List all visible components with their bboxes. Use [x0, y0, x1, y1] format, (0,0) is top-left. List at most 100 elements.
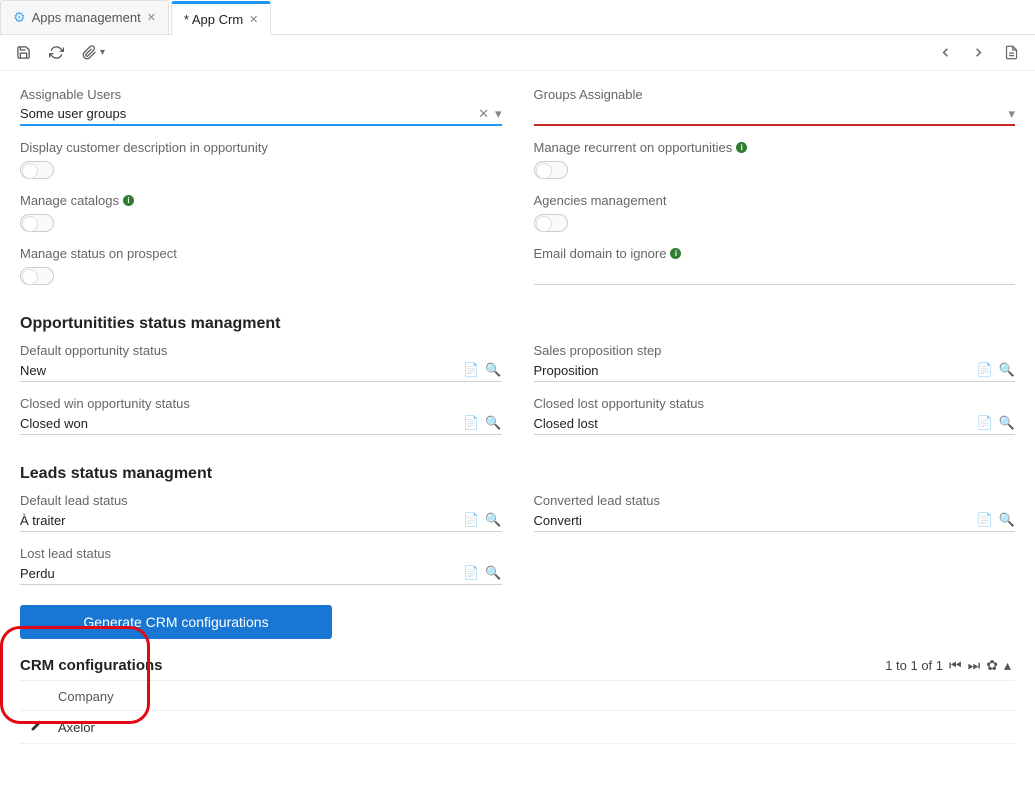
- search-icon[interactable]: 🔍: [999, 415, 1015, 431]
- search-icon[interactable]: 🔍: [485, 415, 501, 431]
- search-icon[interactable]: 🔍: [485, 512, 501, 528]
- table-row[interactable]: Axelor: [20, 711, 1015, 744]
- email-domain-ignore-input-wrapper[interactable]: [534, 263, 1016, 285]
- chevron-down-icon[interactable]: ▾: [495, 106, 502, 122]
- manage-catalogs-field: Manage catalogs i: [20, 193, 502, 232]
- edit-icon[interactable]: [30, 719, 46, 735]
- email-domain-ignore-input[interactable]: [534, 266, 1016, 281]
- lost-lead-status-input[interactable]: Perdu 📄 🔍: [20, 563, 502, 585]
- page-icon[interactable]: 📄: [977, 415, 993, 431]
- display-customer-desc-field: Display customer description in opportun…: [20, 140, 502, 179]
- field-label: Assignable Users: [20, 87, 502, 102]
- assignable-users-input-wrapper[interactable]: ✕ ▾: [20, 104, 502, 126]
- tab-label: Apps management: [32, 10, 141, 25]
- input-value: Perdu: [20, 566, 463, 581]
- default-opp-status-input[interactable]: New 📄🔍: [20, 360, 502, 382]
- gear-icon[interactable]: ✿: [986, 657, 998, 674]
- tab-label: * App Crm: [184, 12, 243, 27]
- page-icon[interactable]: 📄: [463, 415, 479, 431]
- page-icon[interactable]: 📄: [463, 512, 479, 528]
- attach-button[interactable]: ▾: [82, 45, 105, 60]
- tab-apps-management[interactable]: ⚙ Apps management ✕: [0, 0, 169, 34]
- field-label: Groups Assignable: [534, 87, 1016, 102]
- chevron-down-icon: ▾: [100, 47, 105, 58]
- field-label: Manage catalogs i: [20, 193, 502, 208]
- cell-company: Axelor: [58, 720, 95, 735]
- field-label: Manage recurrent on opportunities i: [534, 140, 1016, 155]
- search-icon[interactable]: 🔍: [485, 565, 501, 581]
- field-label: Email domain to ignore i: [534, 246, 1016, 261]
- groups-assignable-field: Groups Assignable ▾: [534, 87, 1016, 126]
- closed-win-status-input[interactable]: Closed won 📄🔍: [20, 413, 502, 435]
- assignable-users-field: Assignable Users ✕ ▾: [20, 87, 502, 126]
- subgrid-header: CRM configurations 1 to 1 of 1 ⏮ ⏭ ✿ ▴: [20, 657, 1015, 674]
- closed-lost-status-input[interactable]: Closed lost 📄🔍: [534, 413, 1016, 435]
- assignable-users-input[interactable]: [20, 106, 478, 121]
- grid-column-header[interactable]: Company: [20, 680, 1015, 711]
- manage-status-prospect-field: Manage status on prospect: [20, 246, 502, 285]
- manage-recurrent-field: Manage recurrent on opportunities i: [534, 140, 1016, 179]
- default-opp-status-field: Default opportunity status New 📄🔍: [20, 343, 502, 382]
- closed-lost-status-field: Closed lost opportunity status Closed lo…: [534, 396, 1016, 435]
- manage-status-prospect-toggle[interactable]: [20, 267, 54, 285]
- input-value: Proposition: [534, 363, 977, 378]
- field-label: Closed win opportunity status: [20, 396, 502, 411]
- tab-app-crm[interactable]: * App Crm ✕: [171, 1, 271, 35]
- pager-text: 1 to 1 of 1: [885, 658, 943, 673]
- page-icon[interactable]: [1004, 45, 1019, 60]
- next-record-button[interactable]: [971, 45, 986, 60]
- field-label: Display customer description in opportun…: [20, 140, 502, 155]
- groups-assignable-input[interactable]: [534, 106, 1009, 121]
- toolbar: ▾: [0, 35, 1035, 71]
- last-page-icon[interactable]: ⏭: [968, 657, 981, 674]
- info-icon[interactable]: i: [736, 142, 747, 153]
- search-icon[interactable]: 🔍: [999, 362, 1015, 378]
- converted-lead-status-field: Converted lead status Converti 📄🔍: [534, 493, 1016, 532]
- refresh-button[interactable]: [49, 45, 64, 60]
- opportunities-section-title: Opportunitities status managment: [20, 315, 1015, 333]
- agencies-management-toggle[interactable]: [534, 214, 568, 232]
- tabs-bar: ⚙ Apps management ✕ * App Crm ✕: [0, 0, 1035, 35]
- first-page-icon[interactable]: ⏮: [949, 657, 962, 674]
- lost-lead-status-field: Lost lead status Perdu 📄 🔍: [20, 546, 502, 585]
- leads-section-title: Leads status managment: [20, 465, 1015, 483]
- subgrid-pager: 1 to 1 of 1 ⏮ ⏭ ✿ ▴: [885, 657, 1011, 674]
- field-label: Manage status on prospect: [20, 246, 502, 261]
- agencies-management-field: Agencies management: [534, 193, 1016, 232]
- field-label: Sales proposition step: [534, 343, 1016, 358]
- prev-record-button[interactable]: [938, 45, 953, 60]
- closed-win-status-field: Closed win opportunity status Closed won…: [20, 396, 502, 435]
- search-icon[interactable]: 🔍: [999, 512, 1015, 528]
- info-icon[interactable]: i: [123, 195, 134, 206]
- page-icon[interactable]: 📄: [977, 512, 993, 528]
- sales-proposition-step-input[interactable]: Proposition 📄 🔍: [534, 360, 1016, 382]
- groups-assignable-input-wrapper[interactable]: ▾: [534, 104, 1016, 126]
- chevron-up-icon[interactable]: ▴: [1004, 657, 1011, 674]
- default-lead-status-field: Default lead status À traiter 📄 🔍: [20, 493, 502, 532]
- field-label: Closed lost opportunity status: [534, 396, 1016, 411]
- page-icon[interactable]: 📄: [463, 362, 479, 378]
- converted-lead-status-input[interactable]: Converti 📄🔍: [534, 510, 1016, 532]
- sales-proposition-step-field: Sales proposition step Proposition 📄 🔍: [534, 343, 1016, 382]
- display-customer-desc-toggle[interactable]: [20, 161, 54, 179]
- clear-icon[interactable]: ✕: [478, 106, 489, 122]
- field-label: Converted lead status: [534, 493, 1016, 508]
- search-icon[interactable]: 🔍: [485, 362, 501, 378]
- field-label: Lost lead status: [20, 546, 502, 561]
- subgrid-title: CRM configurations: [20, 657, 163, 674]
- close-icon[interactable]: ✕: [147, 11, 156, 24]
- manage-recurrent-toggle[interactable]: [534, 161, 568, 179]
- field-label: Default opportunity status: [20, 343, 502, 358]
- email-domain-ignore-field: Email domain to ignore i: [534, 246, 1016, 285]
- save-button[interactable]: [16, 45, 31, 60]
- chevron-down-icon[interactable]: ▾: [1008, 106, 1015, 122]
- close-icon[interactable]: ✕: [249, 13, 258, 26]
- default-lead-status-input[interactable]: À traiter 📄 🔍: [20, 510, 502, 532]
- info-icon[interactable]: i: [670, 248, 681, 259]
- generate-crm-button[interactable]: Generate CRM configurations: [20, 605, 332, 639]
- manage-catalogs-toggle[interactable]: [20, 214, 54, 232]
- input-value: À traiter: [20, 513, 463, 528]
- page-icon[interactable]: 📄: [463, 565, 479, 581]
- page-icon[interactable]: 📄: [977, 362, 993, 378]
- field-label: Default lead status: [20, 493, 502, 508]
